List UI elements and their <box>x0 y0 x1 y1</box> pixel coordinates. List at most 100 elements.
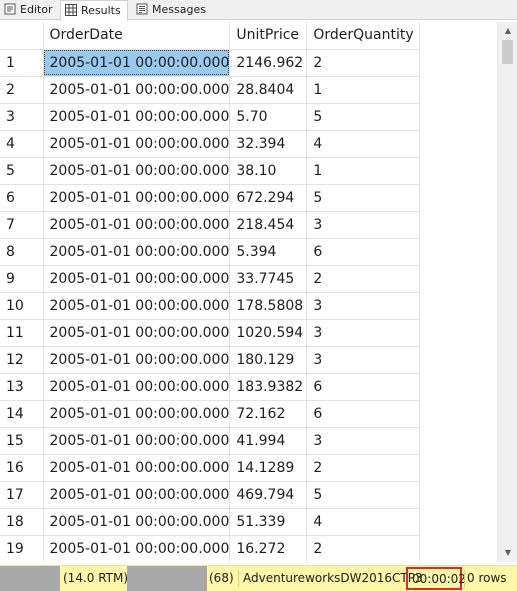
column-header-unitprice[interactable]: UnitPrice <box>229 22 308 50</box>
cell-orderdate[interactable]: 2005-01-01 00:00:00.000 <box>43 265 231 293</box>
table-row[interactable]: 6 2005-01-01 00:00:00.000 672.294 5 <box>0 184 421 212</box>
cell-unitprice[interactable]: 16.272 <box>229 535 308 562</box>
cell-unitprice[interactable]: 183.9382 <box>229 373 308 401</box>
cell-orderdate[interactable]: 2005-01-01 00:00:00.000 <box>43 157 231 185</box>
row-number[interactable]: 18 <box>0 508 44 536</box>
cell-unitprice[interactable]: 1020.594 <box>229 319 308 347</box>
row-number[interactable]: 9 <box>0 265 44 293</box>
table-row[interactable]: 5 2005-01-01 00:00:00.000 38.10 1 <box>0 157 421 185</box>
cell-orderquantity[interactable]: 1 <box>306 76 421 104</box>
cell-orderquantity[interactable]: 6 <box>306 238 421 266</box>
table-row[interactable]: 7 2005-01-01 00:00:00.000 218.454 3 <box>0 211 421 239</box>
cell-unitprice[interactable]: 5.394 <box>229 238 308 266</box>
row-number[interactable]: 3 <box>0 103 44 131</box>
cell-unitprice[interactable]: 5.70 <box>229 103 308 131</box>
table-row[interactable]: 3 2005-01-01 00:00:00.000 5.70 5 <box>0 103 421 131</box>
cell-orderquantity[interactable]: 5 <box>306 103 421 131</box>
cell-unitprice[interactable]: 218.454 <box>229 211 308 239</box>
cell-orderdate[interactable]: 2005-01-01 00:00:00.000 <box>43 103 231 131</box>
cell-orderquantity[interactable]: 2 <box>306 454 421 482</box>
vertical-scrollbar[interactable]: ▲ ▼ <box>497 22 517 562</box>
cell-unitprice[interactable]: 38.10 <box>229 157 308 185</box>
cell-orderdate[interactable]: 2005-01-01 00:00:00.000 <box>43 292 231 320</box>
row-number[interactable]: 16 <box>0 454 44 482</box>
cell-orderdate[interactable]: 2005-01-01 00:00:00.000 <box>43 184 231 212</box>
table-row[interactable]: 9 2005-01-01 00:00:00.000 33.7745 2 <box>0 265 421 293</box>
table-row[interactable]: 8 2005-01-01 00:00:00.000 5.394 6 <box>0 238 421 266</box>
table-row[interactable]: 4 2005-01-01 00:00:00.000 32.394 4 <box>0 130 421 158</box>
cell-orderdate[interactable]: 2005-01-01 00:00:00.000 <box>43 427 231 455</box>
row-number[interactable]: 1 <box>0 49 44 77</box>
cell-orderquantity[interactable]: 6 <box>306 400 421 428</box>
cell-unitprice[interactable]: 2146.962 <box>229 49 308 77</box>
table-row[interactable]: 10 2005-01-01 00:00:00.000 178.5808 3 <box>0 292 421 320</box>
cell-orderdate[interactable]: 2005-01-01 00:00:00.000 <box>43 130 231 158</box>
cell-orderdate[interactable]: 2005-01-01 00:00:00.000 <box>43 49 231 77</box>
table-row[interactable]: 19 2005-01-01 00:00:00.000 16.272 2 <box>0 535 421 562</box>
row-number[interactable]: 17 <box>0 481 44 509</box>
cell-orderquantity[interactable]: 2 <box>306 49 421 77</box>
row-number[interactable]: 2 <box>0 76 44 104</box>
row-number[interactable]: 6 <box>0 184 44 212</box>
row-number[interactable]: 4 <box>0 130 44 158</box>
scroll-up-icon[interactable]: ▲ <box>498 23 517 39</box>
cell-orderquantity[interactable]: 3 <box>306 346 421 374</box>
cell-orderdate[interactable]: 2005-01-01 00:00:00.000 <box>43 211 231 239</box>
row-number[interactable]: 15 <box>0 427 44 455</box>
table-row[interactable]: 14 2005-01-01 00:00:00.000 72.162 6 <box>0 400 421 428</box>
cell-unitprice[interactable]: 14.1289 <box>229 454 308 482</box>
cell-orderquantity[interactable]: 6 <box>306 373 421 401</box>
cell-unitprice[interactable]: 672.294 <box>229 184 308 212</box>
cell-orderdate[interactable]: 2005-01-01 00:00:00.000 <box>43 319 231 347</box>
table-row[interactable]: 1 2005-01-01 00:00:00.000 2146.962 2 <box>0 49 421 77</box>
cell-orderquantity[interactable]: 3 <box>306 211 421 239</box>
row-number[interactable]: 14 <box>0 400 44 428</box>
row-number[interactable]: 7 <box>0 211 44 239</box>
row-number[interactable]: 10 <box>0 292 44 320</box>
cell-orderdate[interactable]: 2005-01-01 00:00:00.000 <box>43 373 231 401</box>
cell-orderdate[interactable]: 2005-01-01 00:00:00.000 <box>43 346 231 374</box>
cell-orderdate[interactable]: 2005-01-01 00:00:00.000 <box>43 400 231 428</box>
column-header-orderdate[interactable]: OrderDate <box>43 22 231 50</box>
cell-orderdate[interactable]: 2005-01-01 00:00:00.000 <box>43 535 231 562</box>
cell-orderquantity[interactable]: 1 <box>306 157 421 185</box>
row-number[interactable]: 12 <box>0 346 44 374</box>
cell-unitprice[interactable]: 72.162 <box>229 400 308 428</box>
tab-results[interactable]: Results <box>60 0 128 21</box>
cell-unitprice[interactable]: 180.129 <box>229 346 308 374</box>
cell-unitprice[interactable]: 28.8404 <box>229 76 308 104</box>
table-row[interactable]: 11 2005-01-01 00:00:00.000 1020.594 3 <box>0 319 421 347</box>
cell-orderquantity[interactable]: 2 <box>306 265 421 293</box>
row-number[interactable]: 5 <box>0 157 44 185</box>
cell-orderdate[interactable]: 2005-01-01 00:00:00.000 <box>43 76 231 104</box>
scrollbar-thumb[interactable] <box>502 40 513 64</box>
cell-unitprice[interactable]: 32.394 <box>229 130 308 158</box>
tab-messages[interactable]: Messages <box>132 0 208 20</box>
table-row[interactable]: 2 2005-01-01 00:00:00.000 28.8404 1 <box>0 76 421 104</box>
column-header-orderquantity[interactable]: OrderQuantity <box>306 22 421 50</box>
cell-orderdate[interactable]: 2005-01-01 00:00:00.000 <box>43 481 231 509</box>
table-row[interactable]: 12 2005-01-01 00:00:00.000 180.129 3 <box>0 346 421 374</box>
tab-editor[interactable]: Editor <box>0 0 56 20</box>
table-row[interactable]: 18 2005-01-01 00:00:00.000 51.339 4 <box>0 508 421 536</box>
cell-unitprice[interactable]: 33.7745 <box>229 265 308 293</box>
cell-orderquantity[interactable]: 5 <box>306 481 421 509</box>
row-number[interactable]: 19 <box>0 535 44 562</box>
cell-unitprice[interactable]: 178.5808 <box>229 292 308 320</box>
row-number[interactable]: 13 <box>0 373 44 401</box>
cell-orderquantity[interactable]: 4 <box>306 130 421 158</box>
cell-orderquantity[interactable]: 3 <box>306 292 421 320</box>
scroll-down-icon[interactable]: ▼ <box>498 545 517 561</box>
table-row[interactable]: 13 2005-01-01 00:00:00.000 183.9382 6 <box>0 373 421 401</box>
cell-unitprice[interactable]: 41.994 <box>229 427 308 455</box>
cell-unitprice[interactable]: 51.339 <box>229 508 308 536</box>
table-row[interactable]: 17 2005-01-01 00:00:00.000 469.794 5 <box>0 481 421 509</box>
cell-orderdate[interactable]: 2005-01-01 00:00:00.000 <box>43 454 231 482</box>
cell-orderquantity[interactable]: 5 <box>306 184 421 212</box>
row-header-corner[interactable] <box>0 22 44 50</box>
cell-orderquantity[interactable]: 3 <box>306 427 421 455</box>
table-row[interactable]: 15 2005-01-01 00:00:00.000 41.994 3 <box>0 427 421 455</box>
cell-unitprice[interactable]: 469.794 <box>229 481 308 509</box>
cell-orderquantity[interactable]: 3 <box>306 319 421 347</box>
cell-orderdate[interactable]: 2005-01-01 00:00:00.000 <box>43 238 231 266</box>
